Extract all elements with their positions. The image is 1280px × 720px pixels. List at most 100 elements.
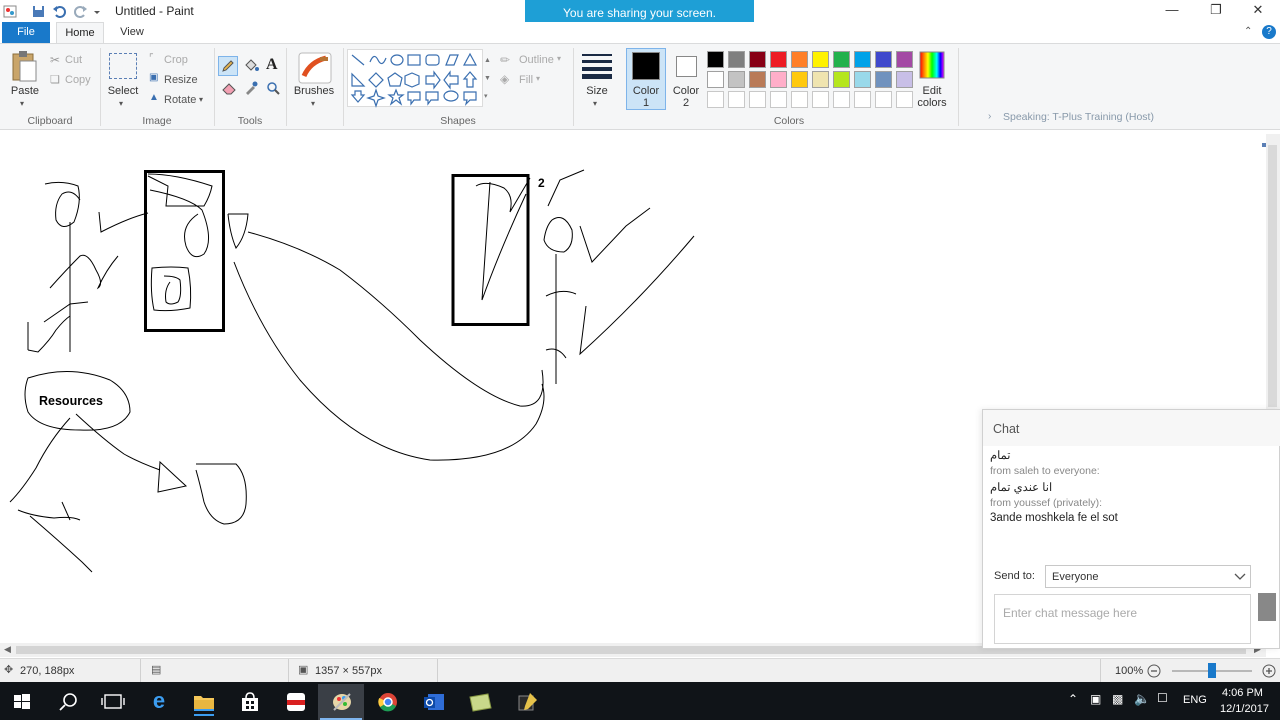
palette-swatch[interactable]: [812, 71, 829, 88]
undo-icon[interactable]: [52, 4, 67, 19]
redo-icon[interactable]: [73, 4, 88, 19]
palette-custom-slot[interactable]: [728, 91, 745, 108]
paste-dropdown-icon[interactable]: ▾: [20, 99, 24, 108]
store-icon[interactable]: [228, 684, 272, 720]
palette-swatch[interactable]: [854, 71, 871, 88]
palette-swatch[interactable]: [812, 51, 829, 68]
rotate-button[interactable]: Rotate: [164, 94, 196, 106]
palette-swatch[interactable]: [854, 51, 871, 68]
save-icon[interactable]: [31, 4, 46, 19]
paint-icon[interactable]: [320, 684, 364, 720]
brushes-button[interactable]: Brushes: [290, 85, 338, 97]
edit-colors-button[interactable]: Edit colors: [912, 85, 952, 109]
send-to-select[interactable]: Everyone: [1045, 565, 1251, 588]
volume-icon[interactable]: 🔈: [1134, 691, 1150, 707]
collapse-ribbon-icon[interactable]: ⌃: [1244, 26, 1252, 37]
palette-swatch[interactable]: [896, 71, 913, 88]
close-button[interactable]: ✕: [1236, 0, 1280, 22]
resize-button[interactable]: Resize: [164, 74, 198, 86]
palette-swatch[interactable]: [833, 51, 850, 68]
shapes-gallery[interactable]: [347, 49, 483, 108]
size-icon[interactable]: [581, 52, 613, 80]
brushes-icon[interactable]: [298, 52, 332, 84]
vertical-scroll-thumb[interactable]: [1268, 145, 1277, 407]
palette-custom-slot[interactable]: [770, 91, 787, 108]
select-button[interactable]: Select: [103, 85, 143, 97]
size-button[interactable]: Size: [580, 85, 614, 97]
magnifier-icon[interactable]: [266, 81, 280, 95]
palette-custom-slot[interactable]: [791, 91, 808, 108]
copy-button[interactable]: Copy: [65, 74, 91, 86]
search-icon[interactable]: [46, 684, 90, 720]
chat-message-input[interactable]: Enter chat message here: [994, 594, 1251, 644]
palette-custom-slot[interactable]: [896, 91, 913, 108]
file-explorer-icon[interactable]: [182, 684, 226, 720]
palette-swatch[interactable]: [896, 51, 913, 68]
paste-button[interactable]: Paste: [6, 85, 44, 97]
restore-button[interactable]: ❐: [1194, 0, 1238, 22]
palette-swatch[interactable]: [875, 71, 892, 88]
clock-time[interactable]: 4:06 PM: [1222, 687, 1263, 699]
minimize-button[interactable]: —: [1150, 0, 1194, 22]
outlook-icon[interactable]: [412, 684, 456, 720]
network-icon[interactable]: ▣: [1090, 692, 1101, 706]
fill-button[interactable]: Fill: [519, 74, 533, 86]
palette-custom-slot[interactable]: [749, 91, 766, 108]
edit-colors-icon[interactable]: [919, 51, 945, 79]
notepad-icon[interactable]: [458, 684, 502, 720]
fill-bucket-icon[interactable]: [243, 59, 259, 73]
pen-app-icon[interactable]: [504, 684, 548, 720]
paint-app-icon[interactable]: [3, 4, 18, 19]
palette-custom-slot[interactable]: [854, 91, 871, 108]
wifi-icon[interactable]: ▩: [1112, 692, 1123, 706]
palette-swatch[interactable]: [791, 51, 808, 68]
paste-icon[interactable]: [11, 50, 39, 84]
zoom-out-icon[interactable]: [1147, 664, 1161, 678]
crop-button[interactable]: Crop: [164, 54, 188, 66]
palette-swatch[interactable]: [749, 51, 766, 68]
fill-dropdown-icon[interactable]: ▾: [536, 74, 540, 83]
help-icon[interactable]: ?: [1262, 25, 1276, 39]
palette-swatch[interactable]: [770, 51, 787, 68]
select-icon[interactable]: [109, 53, 137, 79]
palette-swatch[interactable]: [728, 71, 745, 88]
brushes-dropdown-icon[interactable]: ▾: [311, 99, 315, 108]
palette-swatch[interactable]: [791, 71, 808, 88]
notification-bubble-icon[interactable]: ☐: [1157, 691, 1168, 705]
zoom-in-icon[interactable]: [1262, 664, 1276, 678]
palette-swatch[interactable]: [707, 51, 724, 68]
palette-swatch[interactable]: [875, 51, 892, 68]
cut-button[interactable]: Cut: [65, 54, 82, 66]
color-picker-icon[interactable]: [244, 81, 258, 95]
select-dropdown-icon[interactable]: ▾: [119, 99, 123, 108]
palette-custom-slot[interactable]: [707, 91, 724, 108]
shapes-scroll-icon[interactable]: ▲ ▼ ▾: [484, 52, 491, 106]
clock-date[interactable]: 12/1/2017: [1220, 703, 1269, 715]
zoom-slider-thumb[interactable]: [1208, 663, 1216, 678]
chrome-icon[interactable]: [366, 684, 410, 720]
edge-icon[interactable]: e: [137, 684, 181, 720]
text-tool-icon[interactable]: A: [266, 56, 278, 74]
palette-custom-slot[interactable]: [833, 91, 850, 108]
chat-scroll-thumb[interactable]: [1258, 593, 1276, 621]
palette-custom-slot[interactable]: [875, 91, 892, 108]
app-icon[interactable]: [274, 684, 318, 720]
palette-custom-slot[interactable]: [812, 91, 829, 108]
show-hidden-icons-icon[interactable]: ⌃: [1068, 692, 1078, 706]
color-2-swatch[interactable]: [676, 56, 697, 77]
palette-swatch[interactable]: [770, 71, 787, 88]
palette-swatch[interactable]: [707, 71, 724, 88]
task-view-icon[interactable]: [91, 684, 135, 720]
start-icon[interactable]: [0, 684, 44, 720]
language-indicator[interactable]: ENG: [1183, 694, 1207, 706]
eraser-icon[interactable]: [221, 81, 237, 95]
palette-swatch[interactable]: [833, 71, 850, 88]
tab-home[interactable]: Home: [56, 22, 104, 43]
size-dropdown-icon[interactable]: ▾: [593, 99, 597, 108]
customize-quick-access-icon[interactable]: [92, 4, 102, 19]
rotate-dropdown-icon[interactable]: ▾: [199, 95, 203, 104]
scroll-left-icon[interactable]: ◀: [4, 644, 11, 655]
outline-button[interactable]: Outline: [519, 54, 554, 66]
tab-view[interactable]: View: [110, 22, 154, 43]
palette-swatch[interactable]: [728, 51, 745, 68]
